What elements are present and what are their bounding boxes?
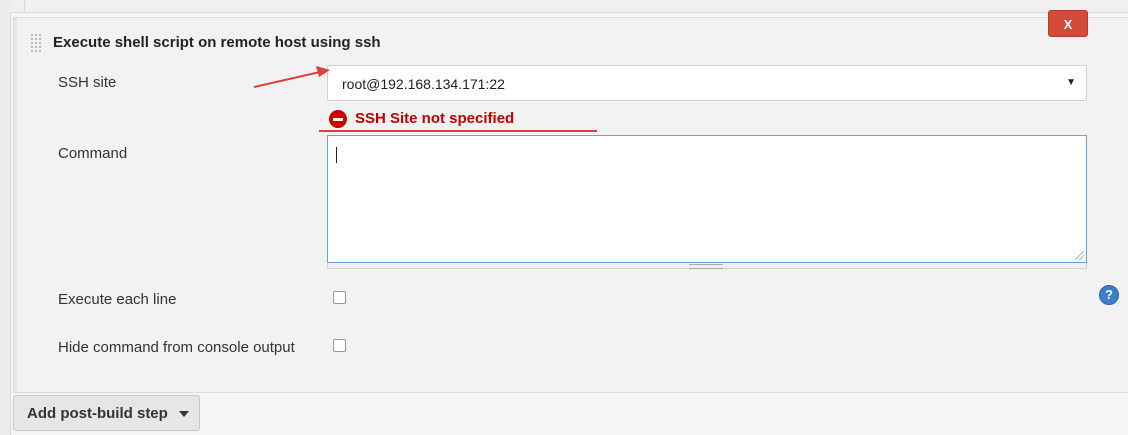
dropdown-caret-icon <box>179 411 189 417</box>
hide-command-label: Hide command from console output <box>58 339 295 356</box>
add-post-build-step-label: Add post-build step <box>27 405 168 422</box>
text-cursor <box>336 147 337 163</box>
panel-left-border <box>14 18 17 392</box>
error-minus-circle-icon <box>329 110 347 128</box>
page-left-edge <box>0 0 11 435</box>
textarea-resize-grip[interactable] <box>327 263 1087 269</box>
ssh-site-select[interactable]: root@192.168.134.171:22 ▼ <box>327 65 1087 101</box>
ssh-site-error-text: SSH Site not specified <box>355 110 515 127</box>
grip-lines-icon <box>689 264 723 269</box>
ssh-site-selected-value: root@192.168.134.171:22 <box>342 76 505 92</box>
add-post-build-step-button[interactable]: Add post-build step <box>13 395 200 431</box>
dropdown-caret-icon: ▼ <box>1066 77 1076 88</box>
hide-command-checkbox[interactable] <box>333 339 346 352</box>
drag-handle-icon[interactable] <box>30 33 42 53</box>
previous-step-edge <box>10 0 1128 13</box>
delete-step-button[interactable]: X <box>1048 10 1088 37</box>
ssh-site-label: SSH site <box>58 74 117 91</box>
build-step-panel: Execute shell script on remote host usin… <box>13 10 1128 393</box>
build-step-title: Execute shell script on remote host usin… <box>53 34 381 51</box>
annotation-underline <box>319 130 597 132</box>
textarea-resize-icon[interactable] <box>1075 251 1084 260</box>
previous-step-divider <box>24 0 25 12</box>
help-question-icon[interactable]: ? <box>1099 285 1119 305</box>
execute-each-line-checkbox[interactable] <box>333 291 346 304</box>
command-label: Command <box>58 145 128 162</box>
execute-each-line-label: Execute each line <box>58 291 177 308</box>
command-textarea[interactable] <box>327 135 1087 263</box>
